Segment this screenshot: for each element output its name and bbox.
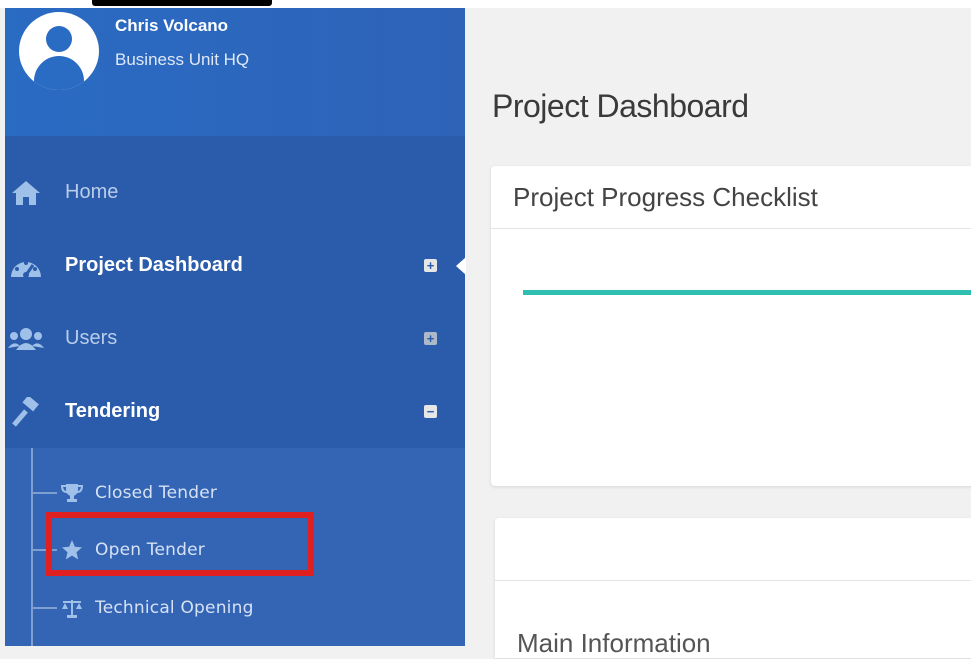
sidebar-item-label: Users [65, 327, 118, 349]
gavel-icon [7, 396, 45, 427]
page-title: Project Dashboard [492, 88, 749, 124]
home-icon [7, 178, 45, 208]
sidebar-item-tendering[interactable]: Tendering − [5, 375, 465, 448]
scale-icon [61, 597, 83, 619]
sidebar-item-users[interactable]: Users + [5, 302, 465, 375]
section-title: Main Information [517, 628, 711, 658]
sidebar-item-project-dashboard[interactable]: Project Dashboard + [5, 229, 466, 302]
highlight-box [46, 512, 314, 576]
main-content: Project Dashboard Project Progress Check… [465, 8, 971, 658]
submenu-item-closed-tender[interactable]: Closed Tender [33, 473, 217, 513]
progress-checklist-card: Project Progress Checklist [491, 166, 971, 486]
sidebar-item-label: Home [65, 181, 119, 203]
user-unit: Business Unit HQ [115, 50, 250, 69]
users-icon [7, 324, 45, 354]
progress-line [523, 290, 971, 295]
sidebar-item-label: Tendering [65, 400, 161, 422]
main-information-card: Main Information [495, 518, 971, 658]
card-title: Project Progress Checklist [513, 181, 818, 212]
submenu-item-label: Closed Tender [95, 483, 218, 503]
sidebar-nav: Home Project Dashboard + Users + Tenderi… [5, 156, 466, 448]
avatar-body [34, 56, 84, 90]
expand-toggle[interactable]: + [424, 259, 437, 272]
top-strip [0, 0, 971, 8]
dashboard-icon [7, 251, 45, 281]
submenu-item-technical-opening[interactable]: Technical Opening [33, 588, 254, 628]
avatar-head [46, 26, 72, 52]
tree-branch [33, 607, 57, 609]
sidebar-item-home[interactable]: Home [5, 156, 465, 229]
clipped-header-text [92, 0, 272, 6]
avatar[interactable] [19, 12, 99, 90]
user-name: Chris Volcano [115, 16, 229, 35]
submenu-item-label: Technical Opening [95, 598, 254, 618]
card-header [495, 518, 971, 581]
card-header: Project Progress Checklist [491, 166, 971, 229]
collapse-toggle[interactable]: − [424, 405, 437, 418]
sidebar-item-label: Project Dashboard [65, 254, 243, 276]
tree-branch [33, 492, 57, 494]
expand-toggle[interactable]: + [424, 332, 437, 345]
trophy-icon [61, 482, 83, 504]
user-profile: Chris Volcano Business Unit HQ [5, 8, 465, 136]
